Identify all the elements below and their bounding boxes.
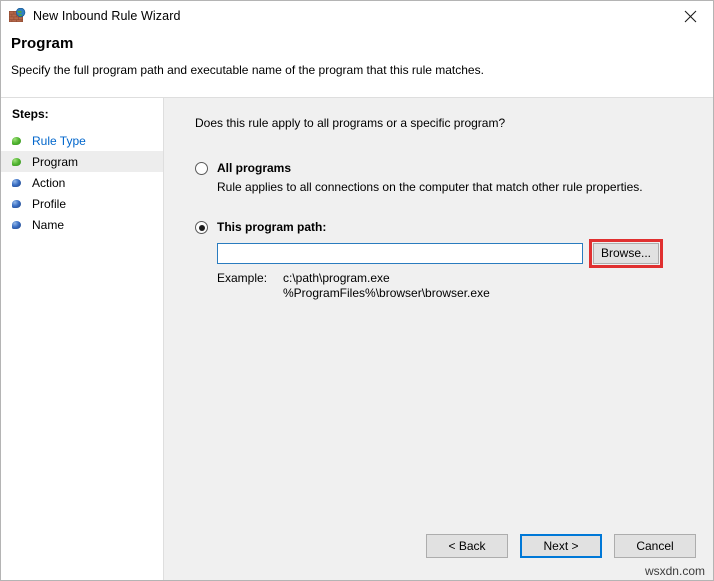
wizard-window: New Inbound Rule Wizard Program Specify … <box>0 0 714 581</box>
sidebar-item-label: Name <box>32 217 65 232</box>
footer-bar: < Back Next > Cancel wsxdn.com <box>1 518 713 580</box>
page-subtitle: Specify the full program path and execut… <box>11 63 484 77</box>
sidebar-item-program[interactable]: Program <box>1 151 163 172</box>
example-row: Example: c:\path\program.exe %ProgramFil… <box>217 271 713 301</box>
window-title: New Inbound Rule Wizard <box>33 9 181 23</box>
example-line-1: c:\path\program.exe <box>283 271 390 285</box>
example-label: Example: <box>217 271 268 285</box>
steps-heading: Steps: <box>12 107 49 121</box>
sidebar-item-name[interactable]: Name <box>1 214 163 235</box>
sidebar-item-action[interactable]: Action <box>1 172 163 193</box>
step-bullet-icon <box>12 136 22 146</box>
example-line-2: %ProgramFiles%\browser\browser.exe <box>283 286 490 300</box>
next-button[interactable]: Next > <box>520 534 602 558</box>
radio-this-program-path[interactable] <box>195 221 208 234</box>
step-bullet-icon <box>12 178 22 188</box>
option-all-programs: All programs Rule applies to all connect… <box>195 161 713 194</box>
question-text: Does this rule apply to all programs or … <box>195 116 506 130</box>
firewall-brick-globe-icon <box>9 7 26 24</box>
sidebar-item-label: Action <box>32 175 66 190</box>
page-title: Program <box>11 35 74 52</box>
cancel-button[interactable]: Cancel <box>614 534 696 558</box>
program-path-row[interactable]: This program path: <box>195 220 713 234</box>
program-path-input[interactable] <box>217 243 583 264</box>
step-bullet-icon <box>12 199 22 209</box>
browse-button-wrapper: Browse... <box>589 239 663 268</box>
radio-all-programs[interactable] <box>195 162 208 175</box>
all-programs-description: Rule applies to all connections on the c… <box>217 180 643 194</box>
footer-sidebar-fill <box>1 518 164 580</box>
step-bullet-icon <box>12 157 22 167</box>
step-bullet-icon <box>12 220 22 230</box>
program-path-input-row: Browse... <box>217 239 713 268</box>
watermark: wsxdn.com <box>644 564 705 578</box>
sidebar-item-profile[interactable]: Profile <box>1 193 163 214</box>
page-header: Program Specify the full program path an… <box>1 31 713 97</box>
content-pane: Does this rule apply to all programs or … <box>164 98 713 518</box>
sidebar-item-label: Program <box>32 154 79 169</box>
steps-sidebar: Steps: Rule Type Program Action Profile … <box>1 98 164 518</box>
title-bar: New Inbound Rule Wizard <box>1 1 713 31</box>
all-programs-label: All programs <box>217 161 292 175</box>
sidebar-item-rule-type[interactable]: Rule Type <box>1 130 163 151</box>
wizard-body: Steps: Rule Type Program Action Profile … <box>1 97 713 518</box>
all-programs-row[interactable]: All programs <box>195 161 713 175</box>
program-path-label: This program path: <box>217 220 327 234</box>
sidebar-item-label: Profile <box>32 196 67 211</box>
browse-button[interactable]: Browse... <box>593 243 659 264</box>
example-values: c:\path\program.exe %ProgramFiles%\brows… <box>283 271 490 301</box>
sidebar-item-label[interactable]: Rule Type <box>32 134 86 148</box>
option-program-path: This program path: Browse... Example: c:… <box>195 220 713 301</box>
close-icon[interactable] <box>668 1 713 31</box>
back-button[interactable]: < Back <box>426 534 508 558</box>
